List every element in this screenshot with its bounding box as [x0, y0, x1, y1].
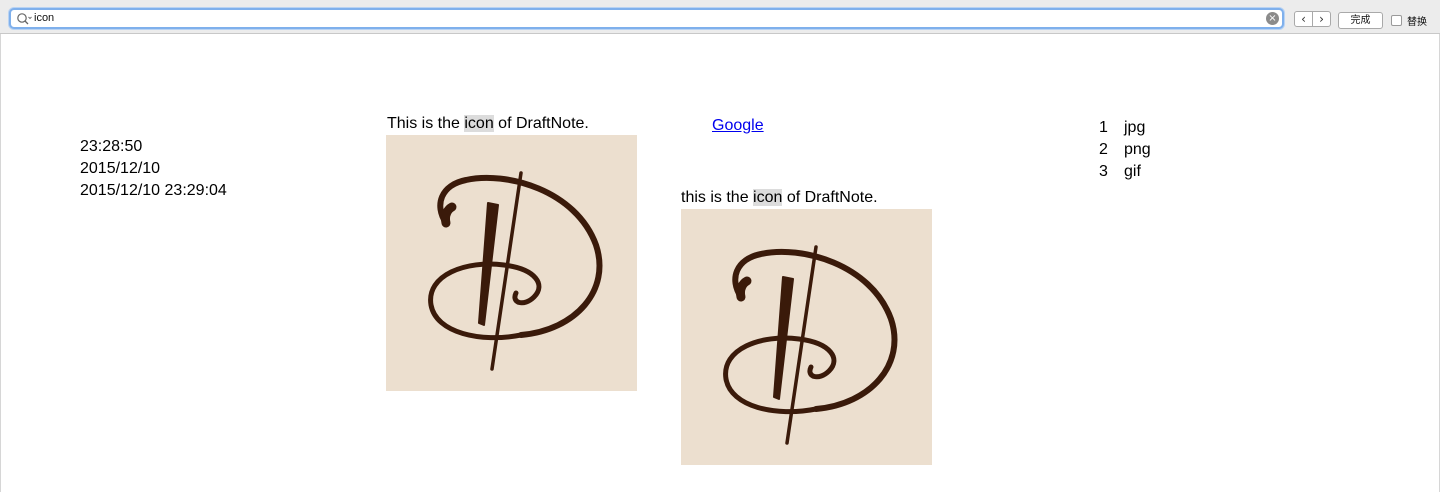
list-item: 1 jpg	[1099, 117, 1145, 139]
list-item: 3 gif	[1099, 161, 1141, 183]
google-link-label[interactable]: Google	[712, 117, 764, 134]
chevron-right-icon[interactable]: ›	[1312, 12, 1330, 26]
find-bar: × ‹ › 完成 替换	[0, 0, 1440, 34]
caption-first: This is the icon of DraftNote.	[387, 113, 589, 135]
search-input[interactable]	[34, 10, 1264, 27]
clear-icon[interactable]: ×	[1266, 12, 1279, 25]
caption-text: This is the	[387, 115, 465, 132]
list-label: gif	[1124, 163, 1141, 180]
time-text: 23:28:50	[80, 138, 143, 155]
replace-toggle[interactable]: 替换	[1391, 13, 1427, 28]
find-navigation: ‹ ›	[1294, 11, 1331, 27]
page-viewport: 23:28:50 2015/12/10 2015/12/10 23:29:04 …	[0, 34, 1440, 492]
list-number: 2	[1099, 141, 1108, 158]
search-match-highlight: icon	[753, 189, 783, 206]
search-icon	[17, 13, 32, 25]
draftnote-logo	[723, 245, 898, 445]
caption-second: this is the icon of DraftNote.	[681, 187, 878, 209]
google-link[interactable]: Google	[712, 115, 764, 137]
done-button[interactable]: 完成	[1338, 12, 1383, 29]
list-number: 3	[1099, 163, 1108, 180]
list-number: 1	[1099, 119, 1108, 136]
date-text: 2015/12/10	[80, 160, 161, 177]
caption-text: of DraftNote.	[782, 189, 878, 206]
list-item: 2 png	[1099, 139, 1151, 161]
draftnote-icon-image	[681, 209, 932, 465]
caption-text: of DraftNote.	[493, 115, 589, 132]
list-label: jpg	[1124, 119, 1146, 136]
caption-text: this is the	[681, 189, 754, 206]
replace-checkbox[interactable]	[1391, 14, 1402, 26]
replace-label: 替换	[1407, 16, 1427, 28]
draftnote-icon-image	[386, 135, 637, 391]
list-label: png	[1124, 141, 1151, 158]
draftnote-logo	[428, 171, 603, 371]
search-match-highlight: icon	[464, 115, 494, 132]
search-field[interactable]: ×	[9, 8, 1284, 29]
datetime-text: 2015/12/10 23:29:04	[80, 182, 227, 199]
chevron-left-icon[interactable]: ‹	[1295, 12, 1312, 26]
